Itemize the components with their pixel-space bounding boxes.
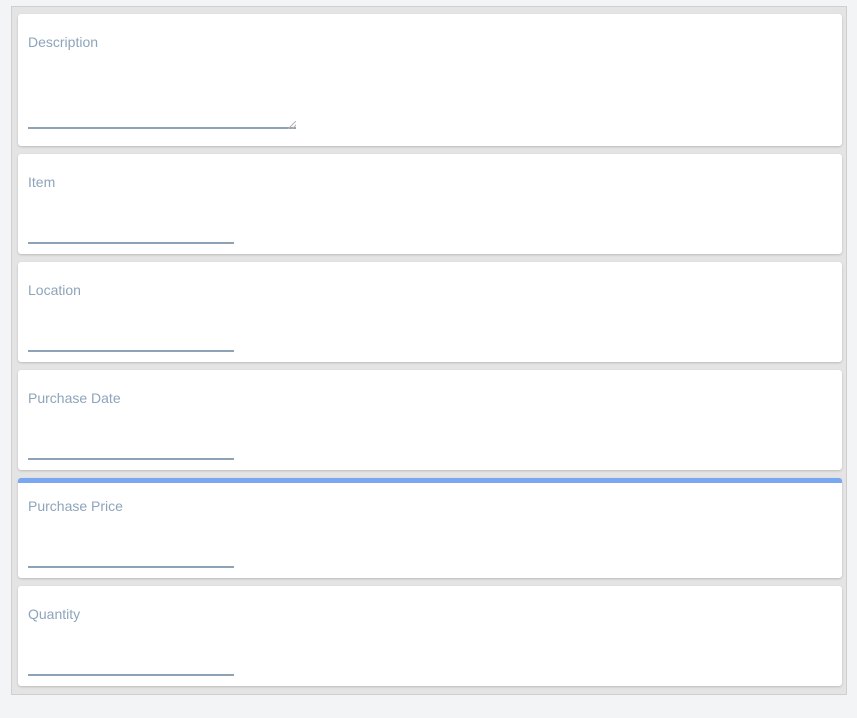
location-input[interactable] <box>28 328 234 352</box>
quantity-input[interactable] <box>28 652 234 676</box>
purchase-date-input[interactable] <box>28 436 234 460</box>
purchase-price-field-card: Purchase Price <box>18 478 842 578</box>
purchase-date-label: Purchase Date <box>28 390 121 406</box>
item-label: Item <box>28 174 56 190</box>
purchase-price-label: Purchase Price <box>28 498 123 514</box>
purchase-price-input[interactable] <box>28 544 234 568</box>
quantity-label: Quantity <box>28 606 81 622</box>
quantity-field-card: Quantity <box>18 586 842 686</box>
description-textarea[interactable] <box>28 83 296 129</box>
item-input[interactable] <box>28 220 234 244</box>
form-container: Description Item Location Purchase Date … <box>11 6 847 695</box>
description-label: Description <box>28 34 99 50</box>
location-label: Location <box>28 282 81 298</box>
purchase-date-field-card: Purchase Date <box>18 370 842 470</box>
description-field-card: Description <box>18 14 842 146</box>
item-field-card: Item <box>18 154 842 254</box>
location-field-card: Location <box>18 262 842 362</box>
textarea-resize-grip-icon[interactable] <box>288 121 296 129</box>
